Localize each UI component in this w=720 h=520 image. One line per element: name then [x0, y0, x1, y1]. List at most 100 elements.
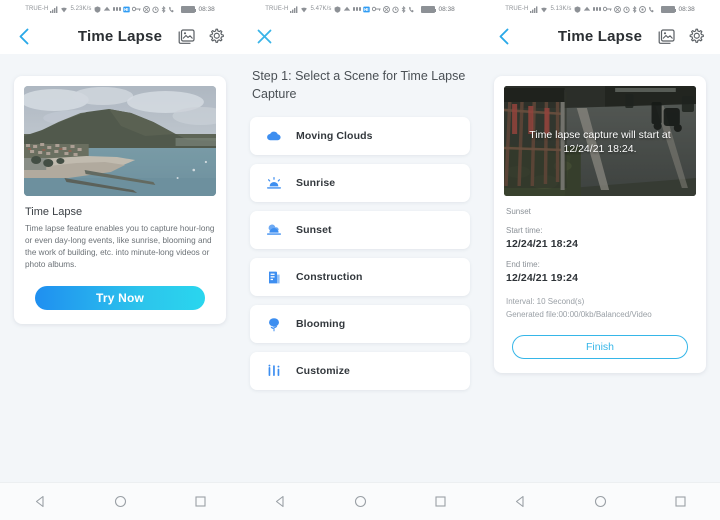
status-carrier: TRUE-H	[265, 6, 289, 12]
upload-icon	[583, 6, 591, 12]
bluetooth-icon	[632, 5, 637, 13]
preview-overlay-text: Time lapse capture will start at 12/24/2…	[529, 129, 671, 156]
sunrise-icon	[266, 175, 282, 191]
app-bar-actions	[174, 24, 228, 48]
no-sound-icon	[382, 5, 390, 13]
bluetooth-icon	[401, 5, 406, 13]
summary-card: Time lapse capture will start at 12/24/2…	[494, 76, 706, 373]
back-button[interactable]	[492, 24, 516, 48]
app-bar: Time Lapse	[0, 18, 240, 54]
status-network-speed: 5.23K/s	[70, 6, 92, 12]
status-bar: TRUE-H 5.13K/s 08:38	[480, 0, 720, 18]
nav-bar	[480, 482, 720, 520]
hd-icon	[362, 6, 370, 13]
sim-icon	[352, 6, 361, 12]
scene-item-sunrise[interactable]: Sunrise	[250, 164, 470, 202]
alarm-icon	[622, 6, 630, 13]
scene-item-construction[interactable]: Construction	[250, 258, 470, 296]
wifi-icon	[540, 6, 548, 13]
card-description: Time lapse feature enables you to captur…	[25, 224, 215, 270]
scene-list: Moving Clouds Sunrise Sunset Constructio…	[240, 103, 480, 390]
three-panel-screenshot: TRUE-H 5.23K/s 08:38 Time Lapse Time Lap…	[0, 0, 720, 520]
no-sound-icon	[613, 5, 621, 13]
nav-back-icon[interactable]	[263, 485, 297, 519]
panel-scene-select: TRUE-H 5.47K/s 08:38 Step 1: Select a Sc…	[240, 0, 480, 520]
status-carrier: TRUE-H	[25, 6, 49, 12]
step-title: Step 1: Select a Scene for Time Lapse Ca…	[252, 69, 466, 101]
vpn-icon	[94, 5, 101, 13]
key-icon	[602, 6, 612, 12]
status-clock: 08:38	[678, 5, 695, 13]
alarm-icon	[151, 6, 159, 13]
back-button[interactable]	[12, 24, 36, 48]
intro-card: Time Lapse Time lapse feature enables yo…	[14, 76, 226, 324]
phone-icon	[168, 6, 175, 13]
end-time-label: End time:	[506, 260, 540, 269]
status-bar: TRUE-H 5.23K/s 08:38	[0, 0, 240, 18]
interval-text: Interval: 10 Second(s)	[506, 297, 585, 306]
nav-home-icon[interactable]	[103, 485, 137, 519]
sim-icon	[592, 6, 601, 12]
scene-item-blooming[interactable]: Blooming	[250, 305, 470, 343]
cloud-icon	[266, 128, 282, 144]
wifi-icon	[300, 6, 308, 13]
panel-body: Time Lapse Time lapse feature enables yo…	[0, 54, 240, 482]
battery-icon	[660, 5, 676, 13]
gear-icon[interactable]	[204, 24, 228, 48]
location-icon	[638, 5, 646, 13]
battery-icon	[420, 5, 436, 13]
landscape-thumbnail	[24, 86, 216, 196]
panel-intro: TRUE-H 5.23K/s 08:38 Time Lapse Time Lap…	[0, 0, 240, 520]
upload-icon	[103, 6, 111, 12]
panel-body: Step 1: Select a Scene for Time Lapse Ca…	[240, 54, 480, 482]
bluetooth-icon	[161, 5, 166, 13]
scene-item-sunset[interactable]: Sunset	[250, 211, 470, 249]
scene-label: Customize	[296, 365, 350, 377]
summary-scene: Sunset	[506, 207, 531, 216]
key-icon	[131, 6, 141, 12]
status-clock: 08:38	[198, 5, 215, 13]
scene-label: Moving Clouds	[296, 130, 373, 142]
battery-icon	[180, 5, 196, 13]
hd-icon	[122, 6, 130, 13]
scene-item-moving-clouds[interactable]: Moving Clouds	[250, 117, 470, 155]
album-icon[interactable]	[174, 24, 198, 48]
app-bar: Time Lapse	[480, 18, 720, 54]
nav-back-icon[interactable]	[23, 485, 57, 519]
flower-icon	[266, 316, 282, 332]
nav-home-icon[interactable]	[583, 485, 617, 519]
nav-recents-icon[interactable]	[423, 485, 457, 519]
gear-icon[interactable]	[684, 24, 708, 48]
nav-recents-icon[interactable]	[183, 485, 217, 519]
nav-bar	[0, 482, 240, 520]
scene-label: Sunset	[296, 224, 332, 236]
status-bar: TRUE-H 5.47K/s 08:38	[240, 0, 480, 18]
start-time-value[interactable]: 12/24/21 18:24	[506, 238, 696, 250]
scene-label: Construction	[296, 271, 363, 283]
signal-bars-icon	[50, 5, 58, 13]
nav-home-icon[interactable]	[343, 485, 377, 519]
nav-recents-icon[interactable]	[663, 485, 697, 519]
status-carrier: TRUE-H	[505, 6, 529, 12]
wifi-icon	[60, 6, 68, 13]
vpn-icon	[574, 5, 581, 13]
try-now-button[interactable]: Try Now	[35, 285, 205, 310]
card-title: Time Lapse	[25, 206, 83, 218]
phone-icon	[408, 6, 415, 13]
nav-back-icon[interactable]	[503, 485, 537, 519]
finish-button[interactable]: Finish	[512, 335, 688, 359]
nav-bar	[240, 482, 480, 520]
end-time-value[interactable]: 12/24/21 19:24	[506, 272, 696, 284]
upload-icon	[343, 6, 351, 12]
panel-body: Time lapse capture will start at 12/24/2…	[480, 54, 720, 482]
status-network-speed: 5.13K/s	[550, 6, 572, 12]
status-clock: 08:38	[438, 5, 455, 13]
close-icon[interactable]	[252, 24, 276, 48]
app-bar	[240, 18, 480, 54]
alarm-icon	[391, 6, 399, 13]
phone-icon	[648, 6, 655, 13]
scene-item-customize[interactable]: Customize	[250, 352, 470, 390]
status-network-speed: 5.47K/s	[310, 6, 332, 12]
album-icon[interactable]	[654, 24, 678, 48]
building-icon	[266, 269, 282, 285]
